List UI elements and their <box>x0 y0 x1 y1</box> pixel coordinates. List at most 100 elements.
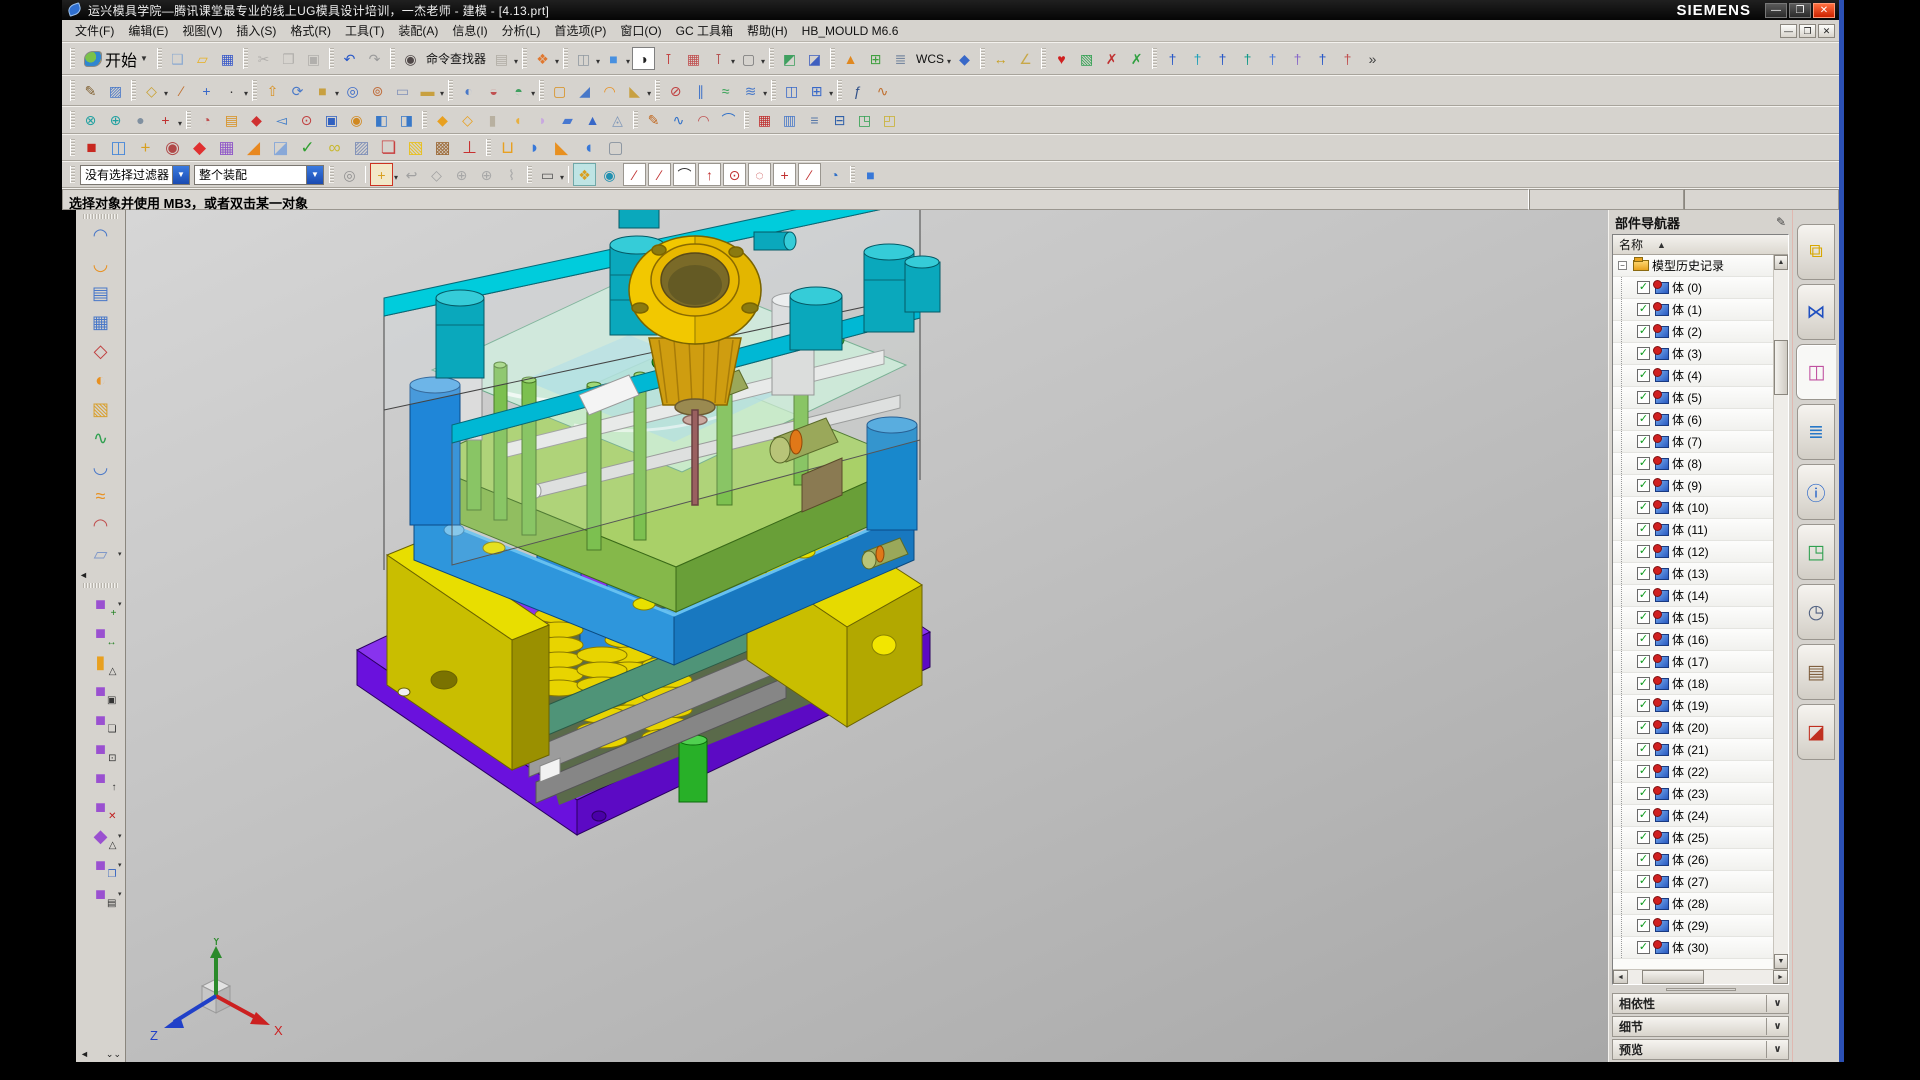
dropdown-arrow-icon[interactable]: ▼ <box>140 54 148 63</box>
intersection-point-button[interactable]: ↑ <box>698 163 721 186</box>
dropdown-arrow-icon[interactable]: ▾ <box>164 89 168 98</box>
toolbar-grip[interactable] <box>131 80 136 100</box>
scroll-down-button[interactable]: ▼ <box>1774 954 1788 969</box>
checkbox-icon[interactable]: ✓ <box>1637 721 1650 734</box>
selection-scope-dropdown[interactable]: 整个装配▼ <box>194 165 324 185</box>
curve-button[interactable]: ∿ <box>667 109 690 132</box>
find-component-button[interactable]: ◎ <box>338 163 361 186</box>
display-mode-button[interactable]: ◫ <box>572 47 595 70</box>
tree-item-body-8[interactable]: ✓体 (8) <box>1613 453 1773 475</box>
toolbar-grip[interactable] <box>539 80 544 100</box>
panel-bar-3[interactable]: 预览∨ <box>1612 1039 1789 1060</box>
system-materials-tab[interactable]: ▤ <box>1797 644 1835 700</box>
dropdown-arrow-icon[interactable]: ▾ <box>118 832 122 840</box>
sketch-in-task-button[interactable]: ▨ <box>104 79 127 102</box>
show-dice-button[interactable]: ◇ <box>425 163 448 186</box>
snap-crosshair-1[interactable]: ⊕ <box>450 163 473 186</box>
toolbar-grip[interactable] <box>655 80 660 100</box>
checkmate-pass-button[interactable]: ✗ <box>1125 47 1148 70</box>
menu-item-8[interactable]: 信息(I) <box>445 20 494 41</box>
tree-item-body-25[interactable]: ✓体 (25) <box>1613 827 1773 849</box>
show-wcs-button[interactable]: ▦ <box>682 47 705 70</box>
layer-button[interactable]: ≡ <box>803 109 826 132</box>
checkbox-icon[interactable]: ✓ <box>1637 501 1650 514</box>
extend-sheet-button[interactable]: ◨ <box>395 109 418 132</box>
minimize-button[interactable]: — <box>1765 3 1787 18</box>
point-button[interactable]: ∙ <box>220 79 243 102</box>
toolbar-grip[interactable] <box>243 48 248 70</box>
delete-face-sync-button[interactable]: ■✕ <box>86 793 116 822</box>
replace-face-button[interactable]: ⊕ <box>104 109 127 132</box>
dropdown-arrow-icon[interactable]: ▾ <box>531 89 535 98</box>
dropdown-arrow-icon[interactable]: ▾ <box>560 173 564 182</box>
tree-item-body-10[interactable]: ✓体 (10) <box>1613 497 1773 519</box>
existing-point-button[interactable]: + <box>773 163 796 186</box>
feature-m-hatch-button[interactable]: ▨ <box>349 135 374 160</box>
pattern-face-sync-button[interactable]: ■▤▾ <box>86 880 116 909</box>
mold-assembly-model[interactable] <box>344 210 984 840</box>
toolbar-grip[interactable] <box>70 48 75 70</box>
menu-item-12[interactable]: GC 工具箱 <box>669 20 740 41</box>
tree-item-body-24[interactable]: ✓体 (24) <box>1613 805 1773 827</box>
resize-face-button[interactable]: ● <box>129 109 152 132</box>
shaded-view-button[interactable]: ■ <box>602 47 625 70</box>
intersect-curve-button[interactable]: ◖ <box>506 109 529 132</box>
checkbox-icon[interactable]: ✓ <box>1637 281 1650 294</box>
offset-region-sync-button[interactable]: ▮△ <box>86 648 116 677</box>
assembly-navigator-tab[interactable]: ⧉ <box>1797 224 1835 280</box>
arc-button[interactable]: ◠ <box>692 109 715 132</box>
internet-explorer-tab[interactable]: ⓘ <box>1797 464 1835 520</box>
tree-item-body-5[interactable]: ✓体 (5) <box>1613 387 1773 409</box>
checkbox-icon[interactable]: ✓ <box>1637 875 1650 888</box>
panel-splitter[interactable] <box>1609 985 1792 993</box>
toolbar-grip[interactable] <box>83 214 117 219</box>
ruled-surface-button[interactable]: ◡ <box>86 250 116 279</box>
split-body-button[interactable]: ∥ <box>689 79 712 102</box>
pocket-button[interactable]: ▭ <box>391 79 414 102</box>
dropdown-arrow-icon[interactable]: ▾ <box>118 890 122 898</box>
toolbar-grip[interactable] <box>980 48 985 70</box>
checkbox-icon[interactable]: ✓ <box>1637 831 1650 844</box>
selection-filter-dropdown[interactable]: 没有选择过滤器▼ <box>80 165 190 185</box>
boss-button[interactable]: ⊚ <box>366 79 389 102</box>
vertical-scrollbar[interactable]: ▲ ▼ <box>1773 255 1788 969</box>
dropdown-arrow-icon[interactable]: ▾ <box>829 89 833 98</box>
n-sided-surface-button[interactable]: ◇ <box>86 337 116 366</box>
scroll-left-button[interactable]: ◄ <box>1613 970 1628 984</box>
move-object-button[interactable]: ▦ <box>753 109 776 132</box>
feature-split-button[interactable]: ◫ <box>106 135 131 160</box>
measure-distance-button[interactable]: ↔ <box>989 47 1012 70</box>
scroll-up-button[interactable]: ▲ <box>1774 255 1788 270</box>
edge-blend-button[interactable]: ◠ <box>598 79 621 102</box>
tree-item-body-3[interactable]: ✓体 (3) <box>1613 343 1773 365</box>
checkbox-icon[interactable]: ✓ <box>1637 853 1650 866</box>
wrap-curve-button[interactable]: ◬ <box>606 109 629 132</box>
undo-button[interactable]: ↶ <box>338 47 361 70</box>
menu-item-3[interactable]: 视图(V) <box>175 20 229 41</box>
tree-item-body-27[interactable]: ✓体 (27) <box>1613 871 1773 893</box>
toolbar-grip[interactable] <box>422 111 427 129</box>
feature-rings-button[interactable]: ∞ <box>322 135 347 160</box>
checkbox-icon[interactable]: ✓ <box>1637 765 1650 778</box>
section-curve-button[interactable]: ◗ <box>531 109 554 132</box>
draft-button[interactable]: ◢ <box>573 79 596 102</box>
bounded-plane-button[interactable]: ▣ <box>320 109 343 132</box>
toolbar-grip[interactable] <box>70 111 75 129</box>
maximize-button[interactable]: ❐ <box>1789 3 1811 18</box>
screw-tool-1[interactable]: † <box>1161 47 1184 70</box>
toolbar-grip[interactable] <box>390 48 395 70</box>
tree-item-body-1[interactable]: ✓体 (1) <box>1613 299 1773 321</box>
pattern-feature-button[interactable]: ⊞ <box>805 79 828 102</box>
trim-sheet-button[interactable]: ◧ <box>370 109 393 132</box>
checkbox-icon[interactable]: ✓ <box>1637 369 1650 382</box>
toolbar-grip[interactable] <box>70 80 75 100</box>
close-button[interactable]: ✕ <box>1813 3 1835 18</box>
menu-item-1[interactable]: 文件(F) <box>68 20 121 41</box>
screw-tool-7[interactable]: † <box>1311 47 1334 70</box>
dropdown-arrow-icon[interactable]: ▾ <box>731 57 735 66</box>
rollback-button[interactable]: ↩ <box>400 163 423 186</box>
checkbox-icon[interactable]: ✓ <box>1637 347 1650 360</box>
horizontal-scrollbar[interactable]: ◄ ► <box>1613 969 1788 984</box>
feature-pad-button[interactable]: + <box>133 135 158 160</box>
checkbox-icon[interactable]: ✓ <box>1637 941 1650 954</box>
